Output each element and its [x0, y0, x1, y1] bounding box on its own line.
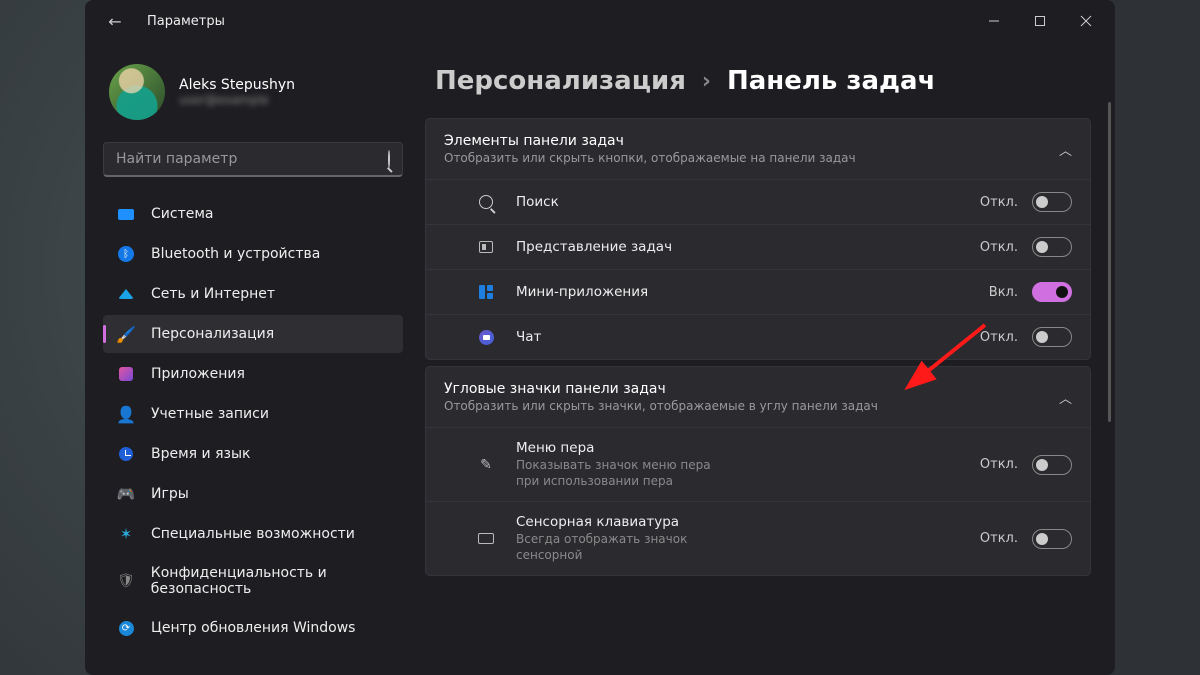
sidebar: Aleks Stepushyn user@example Система ᛒ Bl…: [85, 42, 415, 675]
search-box[interactable]: [103, 142, 403, 177]
system-icon: [117, 205, 135, 223]
sidebar-item-label: Система: [151, 206, 213, 222]
profile-name: Aleks Stepushyn: [179, 77, 295, 93]
panel-header[interactable]: Элементы панели задач Отобразить или скр…: [426, 119, 1090, 179]
accessibility-icon: ✶: [117, 525, 135, 543]
sidebar-item-label: Специальные возможности: [151, 526, 355, 542]
apps-icon: [117, 365, 135, 383]
toggle-widgets[interactable]: [1032, 282, 1072, 302]
sidebar-item-bluetooth[interactable]: ᛒ Bluetooth и устройства: [103, 235, 403, 273]
row-widgets: Мини-приложения Вкл.: [426, 269, 1090, 314]
chevron-right-icon: ›: [702, 69, 711, 94]
nav: Система ᛒ Bluetooth и устройства Сеть и И…: [103, 195, 403, 647]
row-pen-menu: ✎ Меню пера Показывать значок меню пера …: [426, 427, 1090, 501]
panel-title: Элементы панели задач: [444, 133, 1059, 149]
row-touch-keyboard: Сенсорная клавиатура Всегда отображать з…: [426, 501, 1090, 575]
sidebar-item-gaming[interactable]: 🎮 Игры: [103, 475, 403, 513]
clock-icon: [117, 445, 135, 463]
row-chat: Чат Откл.: [426, 314, 1090, 359]
sidebar-item-label: Время и язык: [151, 446, 250, 462]
toggle-search[interactable]: [1032, 192, 1072, 212]
row-label: Поиск: [516, 194, 980, 210]
taskbar-items-panel: Элементы панели задач Отобразить или скр…: [425, 118, 1091, 360]
sidebar-item-personalization[interactable]: 🖌️ Персонализация: [103, 315, 403, 353]
toggle-chat[interactable]: [1032, 327, 1072, 347]
keyboard-icon: [474, 533, 498, 544]
chat-icon: [474, 330, 498, 345]
refresh-icon: ⟳: [117, 619, 135, 637]
person-icon: 👤: [117, 405, 135, 423]
row-taskview: Представление задач Откл.: [426, 224, 1090, 269]
pen-icon: ✎: [474, 457, 498, 473]
chevron-up-icon: ︿: [1059, 140, 1072, 159]
toggle-pen-menu[interactable]: [1032, 455, 1072, 475]
sidebar-item-label: Конфиденциальность и безопасность: [151, 565, 389, 597]
chevron-up-icon: ︿: [1059, 388, 1072, 407]
row-label: Чат: [516, 329, 980, 345]
sidebar-item-accounts[interactable]: 👤 Учетные записи: [103, 395, 403, 433]
row-label: Мини-приложения: [516, 284, 989, 300]
titlebar: ← Параметры: [85, 0, 1115, 42]
row-sublabel: Показывать значок меню пера при использо…: [516, 458, 736, 489]
sidebar-item-label: Приложения: [151, 366, 245, 382]
maximize-button[interactable]: [1017, 5, 1063, 37]
shield-icon: 🛡: [117, 572, 135, 590]
row-sublabel: Всегда отображать значок сенсорной: [516, 532, 736, 563]
toggle-touch-keyboard[interactable]: [1032, 529, 1072, 549]
toggle-state: Откл.: [980, 457, 1018, 472]
row-label: Представление задач: [516, 239, 980, 255]
sidebar-item-apps[interactable]: Приложения: [103, 355, 403, 393]
window-title: Параметры: [147, 14, 225, 29]
scrollbar[interactable]: [1108, 102, 1111, 422]
toggle-state: Откл.: [980, 330, 1018, 345]
breadcrumb-current: Панель задач: [727, 66, 935, 96]
close-button[interactable]: [1063, 5, 1109, 37]
toggle-state: Вкл.: [989, 285, 1018, 300]
search-input[interactable]: [116, 151, 380, 167]
panel-subtitle: Отобразить или скрыть кнопки, отображаем…: [444, 151, 1059, 165]
sidebar-item-label: Bluetooth и устройства: [151, 246, 320, 262]
wifi-icon: [117, 285, 135, 303]
breadcrumb-parent[interactable]: Персонализация: [435, 66, 686, 96]
widgets-icon: [474, 285, 498, 299]
bluetooth-icon: ᛒ: [117, 245, 135, 263]
toggle-state: Откл.: [980, 195, 1018, 210]
back-button[interactable]: ←: [101, 12, 129, 31]
minimize-button[interactable]: [971, 5, 1017, 37]
sidebar-item-update[interactable]: ⟳ Центр обновления Windows: [103, 609, 403, 647]
sidebar-item-privacy[interactable]: 🛡 Конфиденциальность и безопасность: [103, 555, 403, 607]
profile[interactable]: Aleks Stepushyn user@example: [103, 60, 403, 138]
sidebar-item-system[interactable]: Система: [103, 195, 403, 233]
panel-title: Угловые значки панели задач: [444, 381, 1059, 397]
sidebar-item-label: Игры: [151, 486, 189, 502]
gamepad-icon: 🎮: [117, 485, 135, 503]
search-icon: [388, 151, 390, 167]
corner-icons-panel: Угловые значки панели задач Отобразить и…: [425, 366, 1091, 576]
sidebar-item-network[interactable]: Сеть и Интернет: [103, 275, 403, 313]
search-icon: [474, 195, 498, 209]
sidebar-item-label: Сеть и Интернет: [151, 286, 275, 302]
avatar: [109, 64, 165, 120]
sidebar-item-label: Персонализация: [151, 326, 274, 342]
sidebar-item-label: Учетные записи: [151, 406, 269, 422]
toggle-state: Откл.: [980, 240, 1018, 255]
profile-email: user@example: [179, 93, 295, 107]
row-search: Поиск Откл.: [426, 179, 1090, 224]
main-content: Персонализация › Панель задач Элементы п…: [415, 42, 1115, 675]
sidebar-item-accessibility[interactable]: ✶ Специальные возможности: [103, 515, 403, 553]
panel-header[interactable]: Угловые значки панели задач Отобразить и…: [426, 367, 1090, 427]
breadcrumb: Персонализация › Панель задач: [425, 66, 1091, 96]
sidebar-item-label: Центр обновления Windows: [151, 620, 355, 636]
sidebar-item-time[interactable]: Время и язык: [103, 435, 403, 473]
row-label: Сенсорная клавиатура: [516, 514, 980, 530]
settings-window: ← Параметры Aleks Stepushyn user@example…: [85, 0, 1115, 675]
toggle-state: Откл.: [980, 531, 1018, 546]
toggle-taskview[interactable]: [1032, 237, 1072, 257]
row-label: Меню пера: [516, 440, 980, 456]
panel-subtitle: Отобразить или скрыть значки, отображаем…: [444, 399, 1059, 413]
taskview-icon: [474, 241, 498, 253]
brush-icon: 🖌️: [117, 325, 135, 343]
